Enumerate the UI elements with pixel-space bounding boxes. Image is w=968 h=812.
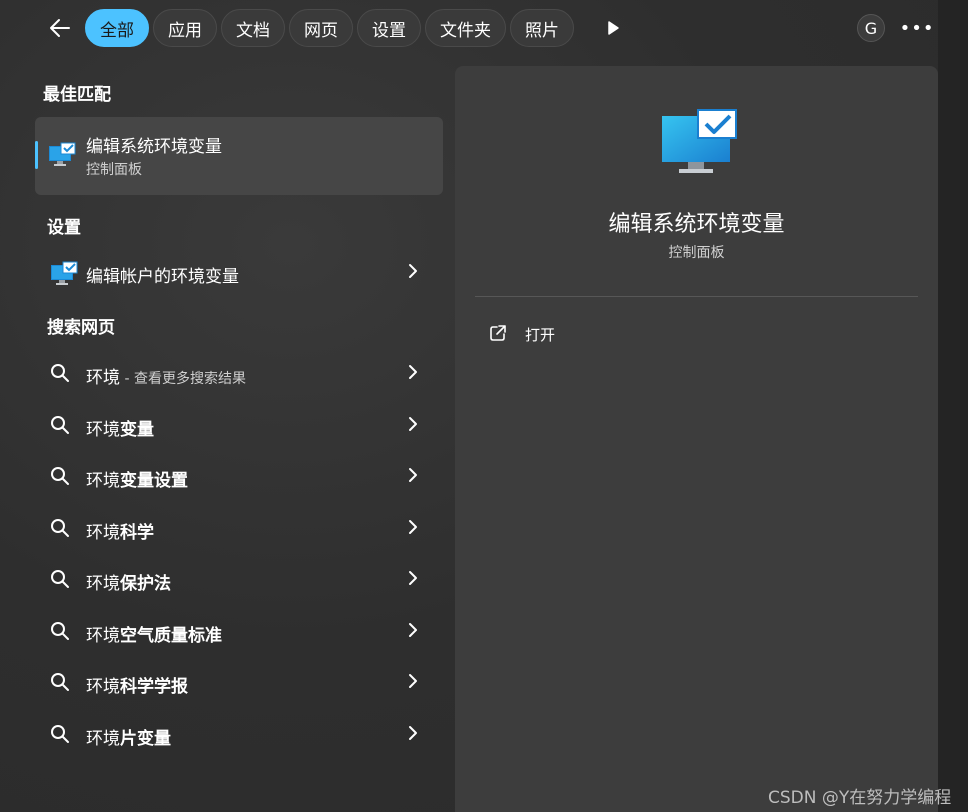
detail-subtitle: 控制面板: [668, 245, 725, 261]
web-result-label: 环境保护法: [86, 574, 171, 594]
search-icon: [50, 724, 70, 748]
web-result-item[interactable]: 环境科学学报: [35, 659, 443, 705]
web-result-hint: - 查看更多搜索结果: [120, 371, 246, 387]
chevron-right-icon: [407, 364, 419, 384]
more-options-button[interactable]: •••: [900, 14, 934, 42]
web-result-label: 环境科学: [86, 523, 154, 543]
search-icon: [50, 621, 70, 645]
filter-tabs: 全部 应用 文档 网页 设置 文件夹 照片: [85, 9, 574, 47]
web-result-label: 环境变量: [86, 420, 154, 440]
web-result-label: 环境片变量: [86, 729, 171, 749]
chevron-right-icon: [407, 622, 419, 642]
open-external-icon: [489, 324, 507, 346]
search-icon: [50, 363, 70, 387]
search-web-heading: 搜索网页: [47, 318, 115, 338]
web-result-label: 环境 - 查看更多搜索结果: [86, 368, 246, 388]
web-result-label: 环境变量设置: [86, 471, 188, 491]
system-properties-icon: [660, 108, 738, 180]
search-icon: [50, 518, 70, 542]
avatar[interactable]: G: [857, 14, 885, 42]
chevron-right-icon: [407, 673, 419, 693]
search-icon: [50, 466, 70, 490]
settings-item-user-env[interactable]: 编辑帐户的环境变量: [35, 249, 443, 295]
best-match-title: 编辑系统环境变量: [86, 137, 222, 157]
system-properties-icon: [48, 142, 76, 172]
tab-all[interactable]: 全部: [85, 9, 149, 47]
web-result-item[interactable]: 环境片变量: [35, 711, 443, 757]
watermark: CSDN @Y在努力学编程: [768, 788, 952, 808]
open-button[interactable]: 打开: [475, 314, 918, 354]
chevron-right-icon: [407, 570, 419, 590]
detail-title: 编辑系统环境变量: [608, 212, 785, 237]
tab-apps[interactable]: 应用: [153, 9, 217, 47]
divider: [475, 296, 918, 297]
web-result-item[interactable]: 环境 - 查看更多搜索结果: [35, 350, 443, 396]
web-result-label: 环境科学学报: [86, 677, 188, 697]
chevron-right-icon: [407, 519, 419, 539]
top-bar: 全部 应用 文档 网页 设置 文件夹 照片 G •••: [0, 0, 938, 56]
arrow-left-icon: [50, 19, 70, 37]
tab-documents[interactable]: 文档: [221, 9, 285, 47]
web-result-item[interactable]: 环境科学: [35, 505, 443, 551]
chevron-right-icon: [407, 416, 419, 436]
search-icon: [50, 415, 70, 439]
tab-folders[interactable]: 文件夹: [425, 9, 506, 47]
window-edge: [938, 0, 968, 812]
chevron-right-icon: [407, 467, 419, 487]
tab-photos[interactable]: 照片: [510, 9, 574, 47]
back-button[interactable]: [42, 10, 78, 46]
web-result-label: 环境空气质量标准: [86, 626, 222, 646]
best-match-item[interactable]: 编辑系统环境变量 控制面板: [35, 117, 443, 195]
system-properties-icon: [50, 261, 78, 291]
settings-heading: 设置: [47, 218, 81, 238]
search-window: 全部 应用 文档 网页 设置 文件夹 照片 G ••• 最佳匹配 编辑系统环境变…: [0, 0, 968, 812]
best-match-subtitle: 控制面板: [86, 162, 142, 178]
selection-indicator: [35, 141, 38, 169]
web-result-item[interactable]: 环境保护法: [35, 556, 443, 602]
chevron-right-icon: [407, 263, 419, 283]
open-label: 打开: [525, 326, 556, 344]
tab-web[interactable]: 网页: [289, 9, 353, 47]
search-icon: [50, 569, 70, 593]
detail-panel: 编辑系统环境变量 控制面板 打开: [455, 66, 938, 812]
settings-item-label: 编辑帐户的环境变量: [86, 267, 239, 287]
chevron-right-icon: [407, 725, 419, 745]
web-result-item[interactable]: 环境变量: [35, 402, 443, 448]
more-tabs-button[interactable]: [598, 14, 628, 42]
tab-settings[interactable]: 设置: [357, 9, 421, 47]
web-result-item[interactable]: 环境空气质量标准: [35, 608, 443, 654]
best-match-heading: 最佳匹配: [43, 85, 111, 105]
web-result-item[interactable]: 环境变量设置: [35, 453, 443, 499]
play-icon: [608, 21, 619, 35]
search-icon: [50, 672, 70, 696]
